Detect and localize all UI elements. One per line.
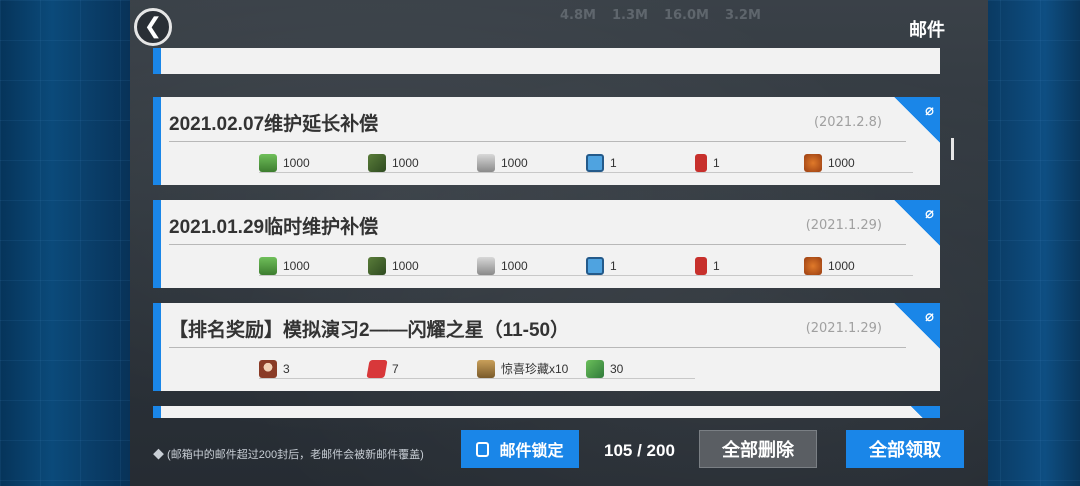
food-icon: [804, 256, 822, 275]
attachment-ribbon: ⌀: [894, 97, 940, 143]
attachment: 1: [695, 256, 804, 276]
attachment: 1000: [804, 153, 913, 173]
mail-card[interactable]: 2021.02.07维护延长补偿 (2021.2.8) 1000 1000 10…: [153, 97, 940, 185]
ammo-icon: [368, 153, 386, 172]
food-icon: [804, 153, 822, 172]
mail-date: (2021.2.8): [813, 115, 882, 130]
mail-card[interactable]: [153, 406, 940, 418]
mail-card[interactable]: [153, 48, 940, 74]
lock-mail-button[interactable]: 邮件锁定: [461, 430, 579, 468]
attachment: 1000: [477, 256, 586, 276]
attachment-ribbon: ⌀: [894, 303, 940, 349]
lock-icon: [476, 441, 490, 457]
mail-title: 【排名奖励】模拟演习2——闪耀之星（11-50）: [169, 320, 570, 341]
ammo-icon: [368, 256, 386, 275]
steel-icon: [477, 256, 495, 275]
attachment-list: 1000 1000 1000 1 1 1000: [259, 153, 913, 173]
attachment: 3: [259, 359, 368, 379]
box-icon: [477, 359, 495, 378]
mail-card[interactable]: 【排名奖励】模拟演习2——闪耀之星（11-50） (2021.1.29) 3 7…: [153, 303, 940, 391]
oil-icon: [259, 256, 277, 275]
attachment: 1000: [368, 256, 477, 276]
extinguisher-icon: [695, 256, 707, 275]
attachment: 1000: [259, 256, 368, 276]
attachment-list: 1000 1000 1000 1 1 1000: [259, 256, 913, 276]
mail-date: (2021.1.29): [805, 218, 882, 233]
attachment: 1: [695, 153, 804, 173]
gear-ticket-icon: [586, 256, 604, 275]
mail-card[interactable]: 2021.01.29临时维护补偿 (2021.1.29) 1000 1000 1…: [153, 200, 940, 288]
paperclip-icon: ⌀: [924, 101, 934, 119]
mail-title: 2021.01.29临时维护补偿: [169, 217, 379, 238]
mailbox-limit-note: ◆ (邮箱中的邮件超过200封后，老邮件会被新邮件覆盖): [153, 449, 424, 461]
attachment: 7: [366, 359, 477, 379]
attachment-ribbon: ⌀: [894, 200, 940, 246]
attachment: 1: [586, 256, 695, 276]
attachment-list: 3 7 惊喜珍藏x10 30: [259, 359, 695, 379]
attachment: 惊喜珍藏x10: [477, 359, 586, 379]
resource-bar: 4.8M 1.3M 16.0M 3.2M: [560, 8, 761, 23]
attachment: 1000: [804, 256, 913, 276]
delete-all-button[interactable]: 全部删除: [699, 430, 817, 468]
page-title: 邮件: [909, 20, 945, 41]
attachment: 1000: [259, 153, 368, 173]
back-button[interactable]: ❮: [134, 8, 172, 46]
scrollbar[interactable]: [951, 138, 954, 160]
gear-ticket-icon: [586, 153, 604, 172]
resource-value: 4.8M: [560, 8, 596, 23]
resource-value: 3.2M: [724, 8, 761, 23]
attachment: 1: [586, 153, 695, 173]
book-icon: [366, 359, 388, 378]
ticket-icon: [586, 359, 604, 378]
resource-value: 16.0M: [663, 8, 709, 23]
back-arrow-icon: ❮: [143, 14, 163, 39]
oil-icon: [259, 153, 277, 172]
paperclip-icon: ⌀: [924, 307, 934, 325]
steel-icon: [477, 153, 495, 172]
paperclip-icon: ⌀: [924, 204, 934, 222]
doll-icon: [259, 359, 277, 378]
mail-title: 2021.02.07维护延长补偿: [169, 114, 379, 135]
extinguisher-icon: [695, 153, 707, 172]
mail-date: (2021.1.29): [805, 321, 882, 336]
resource-value: 1.3M: [611, 8, 648, 23]
mail-count: 105 / 200: [604, 441, 675, 460]
attachment: 30: [586, 359, 695, 379]
attachment: 1000: [477, 153, 586, 173]
claim-all-button[interactable]: 全部领取: [846, 430, 964, 468]
attachment: 1000: [368, 153, 477, 173]
